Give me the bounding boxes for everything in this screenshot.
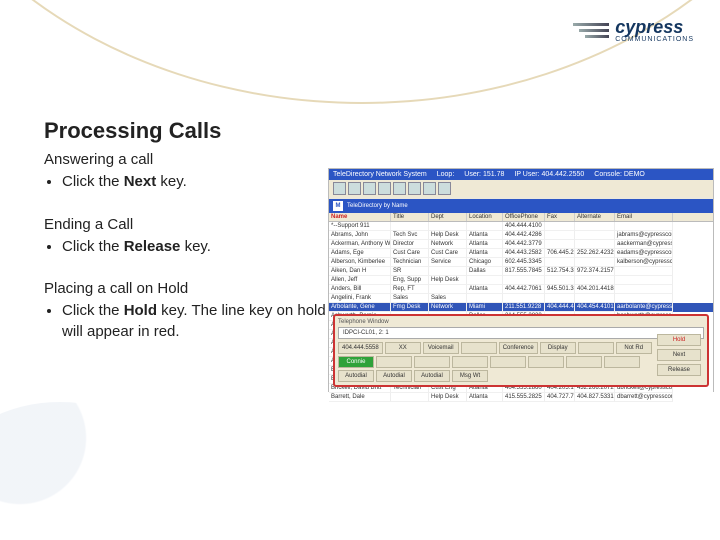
col-alt[interactable]: Alternate [575, 213, 615, 221]
section-heading: Ending a Call [44, 215, 344, 235]
phone-key[interactable]: Autodial [338, 370, 374, 382]
phone-key-row: AutodialAutodialAutodialMsg Wt [338, 370, 704, 382]
phone-key[interactable]: Msg Wt [452, 370, 488, 382]
section-heading: Answering a call [44, 150, 344, 170]
col-dept[interactable]: Dept [429, 213, 467, 221]
tool-icon[interactable] [348, 182, 361, 195]
phone-key[interactable] [452, 356, 488, 368]
phone-key[interactable]: Voicemail [423, 342, 459, 354]
table-row[interactable]: *--Support 911404.444.4100 [329, 222, 713, 231]
phone-key[interactable] [414, 356, 450, 368]
telephone-window: Telephone Window IDPCI-CL01, 2: 1 404.44… [333, 314, 709, 387]
table-header: Name Title Dept Location OfficePhone Fax… [329, 213, 713, 222]
phone-key[interactable]: XX [385, 342, 421, 354]
app-name: TeleDirectory Network System [333, 171, 427, 178]
table-row[interactable]: Anders, BillRep, FTAtlanta404.442.706194… [329, 285, 713, 294]
tool-icon[interactable] [363, 182, 376, 195]
section-answering: Answering a call Click the Next key. [44, 150, 344, 193]
bullet: Click the Hold key. The line key on hold… [62, 301, 344, 342]
decorative-arc [0, 0, 720, 104]
toolbar [329, 180, 713, 197]
phone-key[interactable]: 404.444.5558 [338, 342, 383, 354]
col-location[interactable]: Location [467, 213, 503, 221]
phone-key[interactable] [490, 356, 526, 368]
table-row[interactable]: Allen, JeffEng, SuppHelp Desk [329, 276, 713, 285]
phone-key[interactable]: Autodial [376, 370, 412, 382]
col-fax[interactable]: Fax [545, 213, 575, 221]
tool-icon[interactable] [333, 182, 346, 195]
logo-sub: COMMUNICATIONS [615, 36, 694, 43]
phone-title: Telephone Window [338, 319, 704, 325]
tool-icon[interactable] [408, 182, 421, 195]
table-row[interactable]: Barrett, DaleHelp DeskAtlanta415.555.282… [329, 393, 713, 402]
phone-key-row: Connie [338, 356, 704, 368]
col-title[interactable]: Title [391, 213, 429, 221]
table-row[interactable]: Arbolante, GeneFmg DeskNetworkMiami211.5… [329, 303, 713, 312]
hold-button[interactable]: Hold [657, 334, 701, 346]
table-row[interactable]: Alberson, KimberleeTechnicianServiceChic… [329, 258, 713, 267]
tool-icon[interactable] [438, 182, 451, 195]
tool-icon[interactable] [393, 182, 406, 195]
phone-key-row: 404.444.5558XXVoicemail ConferenceDisplay… [338, 342, 704, 354]
directory-icon: M [333, 201, 343, 211]
phone-key[interactable]: Autodial [414, 370, 450, 382]
logo-lines-icon [573, 23, 609, 38]
phone-key[interactable] [566, 356, 602, 368]
logo-brand: cypress [615, 18, 694, 36]
table-row[interactable]: Adams, EgeCust CareCust CareAtlanta404.4… [329, 249, 713, 258]
phone-key[interactable]: Not Rd [616, 342, 652, 354]
phone-key[interactable] [578, 342, 614, 354]
phone-key[interactable] [461, 342, 497, 354]
logo: cypress COMMUNICATIONS [573, 18, 694, 43]
decorative-circle [0, 402, 160, 522]
tool-icon[interactable] [423, 182, 436, 195]
next-button[interactable]: Next [657, 349, 701, 361]
phone-key[interactable]: Connie [338, 356, 374, 368]
section-ending: Ending a Call Click the Release key. [44, 215, 344, 258]
phone-side-keys: Hold Next Release [657, 334, 701, 376]
bullet: Click the Release key. [62, 237, 344, 257]
page-title: Processing Calls [44, 118, 221, 144]
table-row[interactable]: Ackerman, Anthony WayneDirectorNetworkAt… [329, 240, 713, 249]
table-row[interactable]: Angelini, FrankSalesSales [329, 294, 713, 303]
col-office[interactable]: OfficePhone [503, 213, 545, 221]
phone-key[interactable] [528, 356, 564, 368]
app-screenshot: TeleDirectory Network System Loop: User:… [328, 168, 714, 392]
app-titlebar: TeleDirectory Network System Loop: User:… [329, 169, 713, 180]
col-email[interactable]: Email [615, 213, 673, 221]
release-button[interactable]: Release [657, 364, 701, 376]
phone-display: IDPCI-CL01, 2: 1 [338, 327, 704, 339]
phone-key[interactable] [604, 356, 640, 368]
tool-icon[interactable] [378, 182, 391, 195]
table-row[interactable]: Aiken, Dan HSRDallas817.555.7845512.754.… [329, 267, 713, 276]
section-hold: Placing a call on Hold Click the Hold ke… [44, 279, 344, 342]
col-name[interactable]: Name [329, 213, 391, 221]
body-text: Answering a call Click the Next key. End… [44, 150, 344, 364]
directory-bar: M TeleDirectory by Name [329, 199, 713, 213]
section-heading: Placing a call on Hold [44, 279, 344, 299]
phone-key[interactable]: Display [540, 342, 576, 354]
bullet: Click the Next key. [62, 172, 344, 192]
phone-key[interactable] [376, 356, 412, 368]
table-row[interactable]: Abrams, JohnTech SvcHelp DeskAtlanta404.… [329, 231, 713, 240]
slide: cypress COMMUNICATIONS Processing Calls … [0, 0, 720, 540]
phone-key[interactable]: Conference [499, 342, 538, 354]
